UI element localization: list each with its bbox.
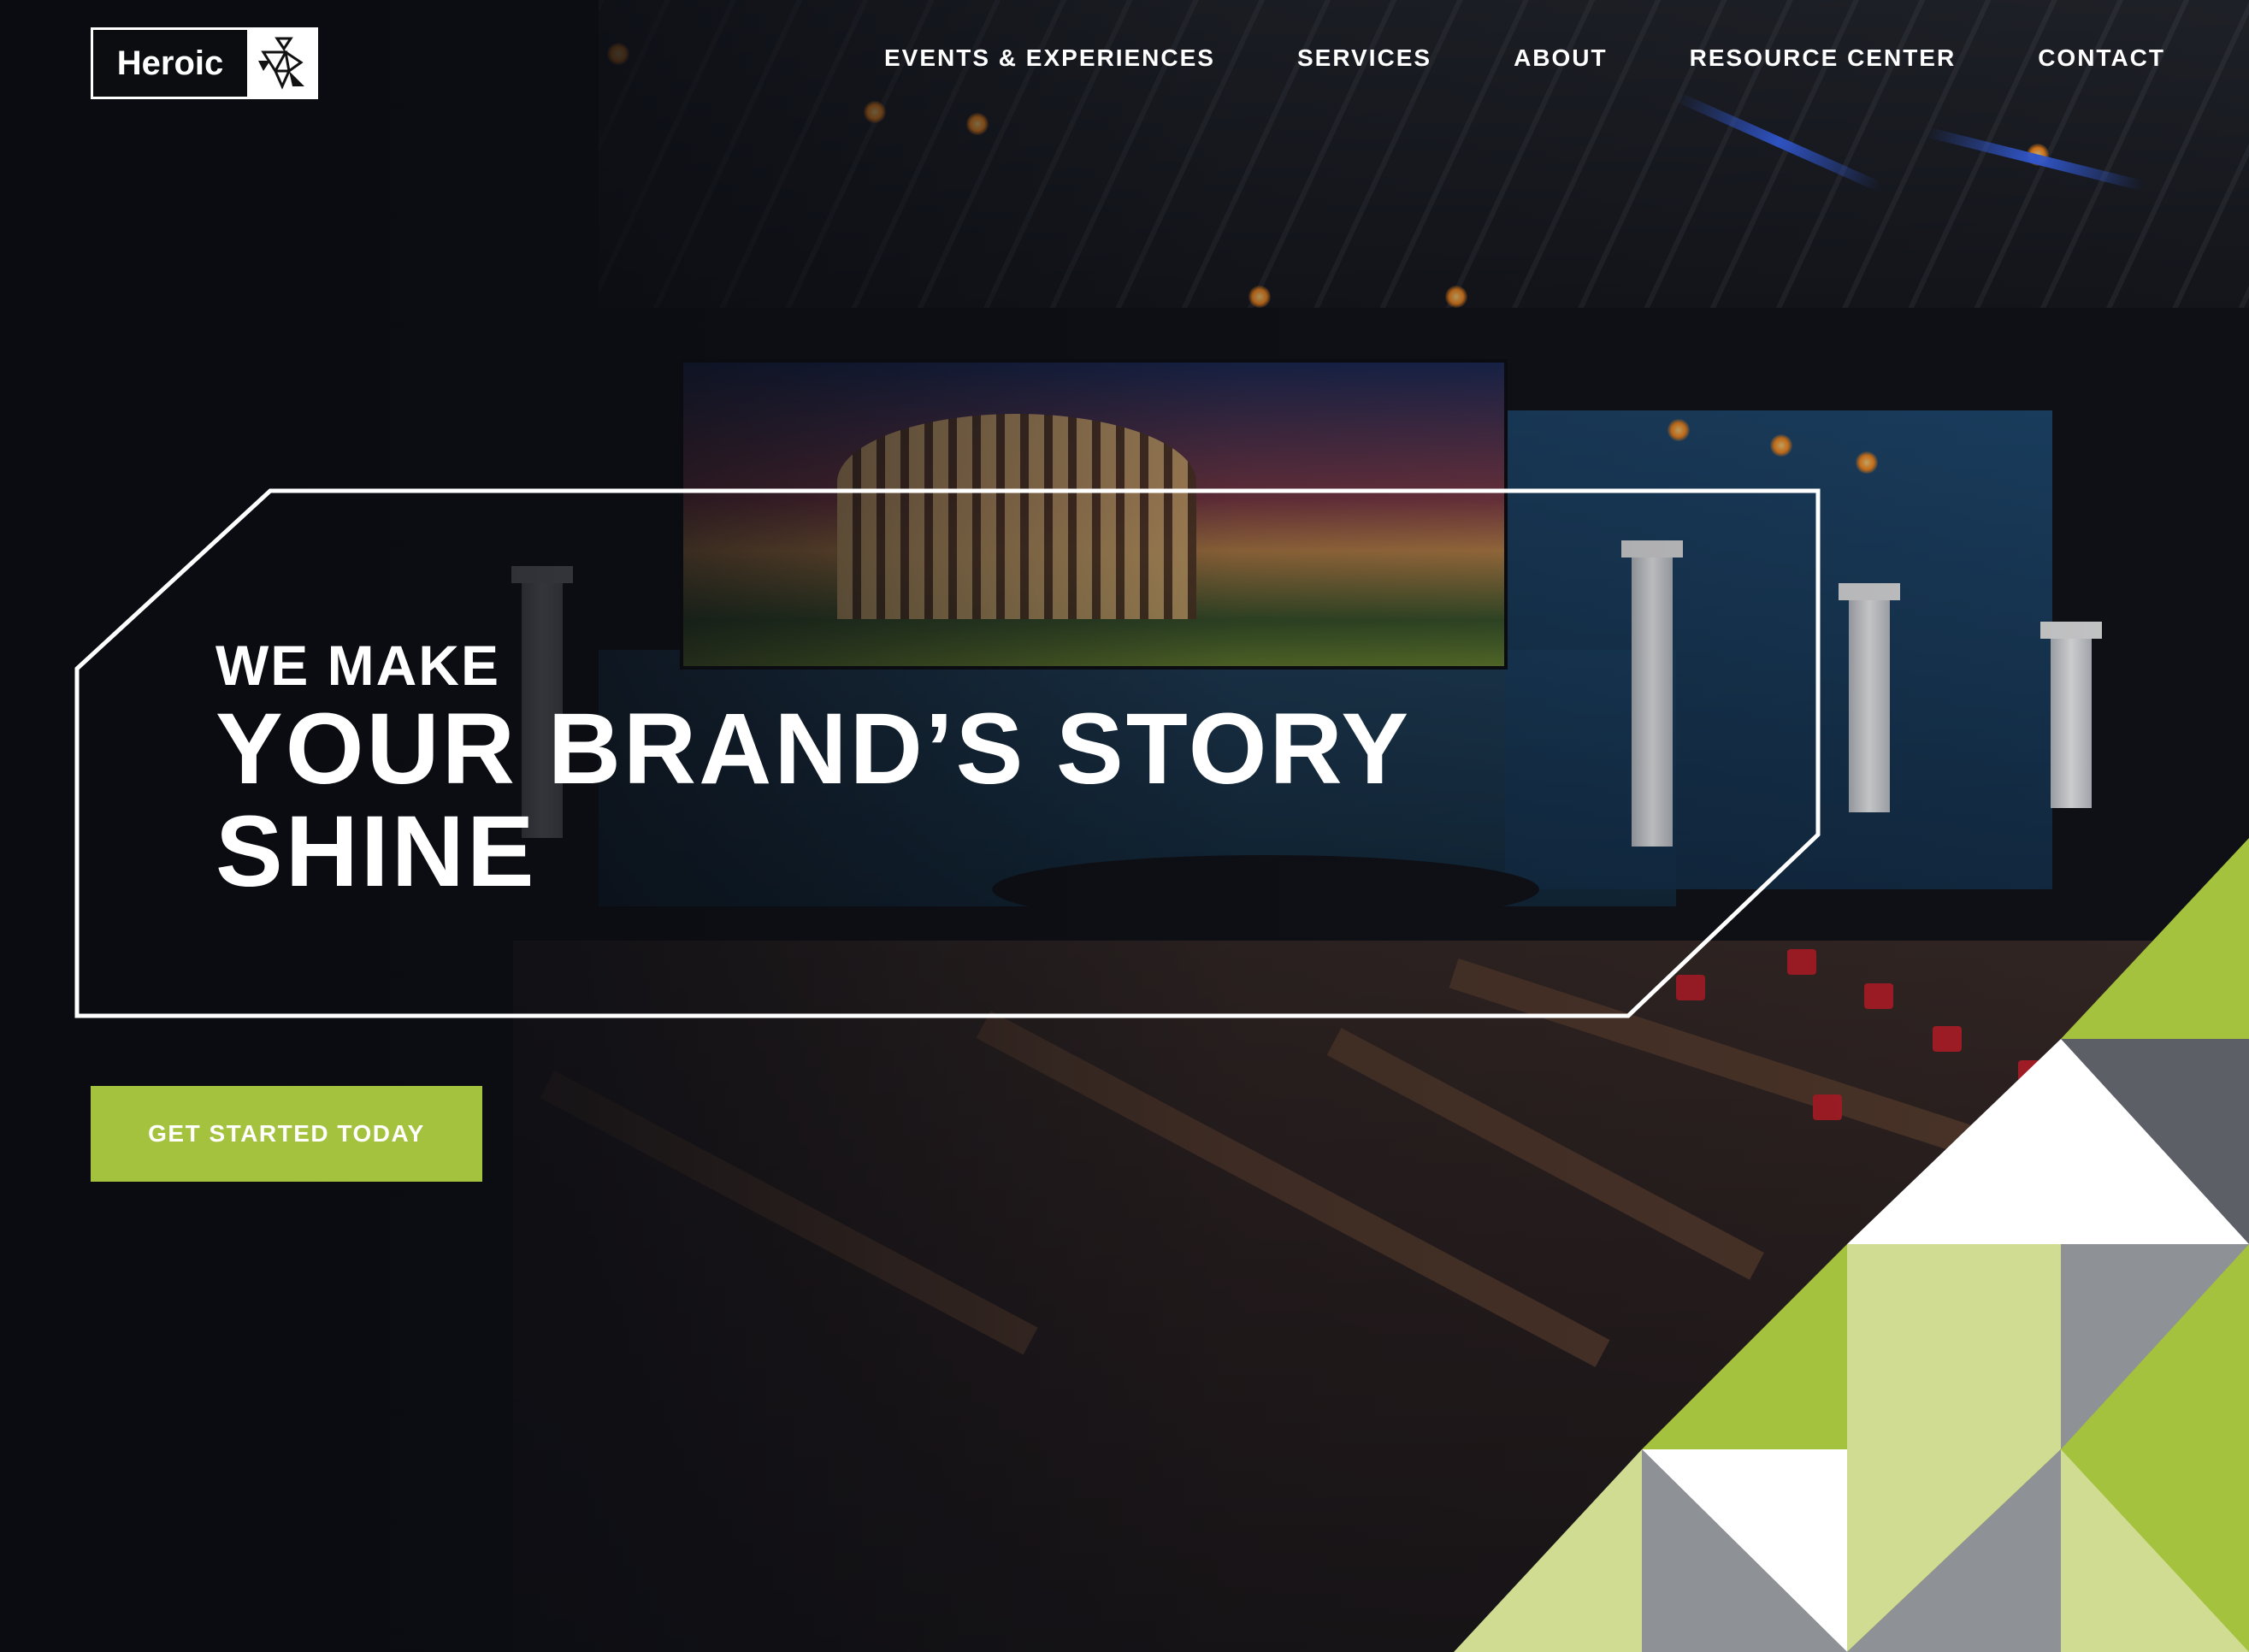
- nav-services[interactable]: SERVICES: [1297, 44, 1431, 72]
- main-nav: EVENTS & EXPERIENCES SERVICES ABOUT RESO…: [884, 44, 2165, 72]
- runner-tangram-icon: [247, 30, 316, 97]
- hero-headline: WE MAKE YOUR BRAND’S STORY SHINE: [215, 633, 1411, 903]
- headline-line-1: WE MAKE: [215, 634, 500, 697]
- get-started-button[interactable]: GET STARTED TODAY: [91, 1086, 482, 1182]
- headline-line-2: YOUR BRAND’S STORY: [215, 693, 1412, 805]
- nav-contact[interactable]: CONTACT: [2038, 44, 2165, 72]
- heroic-logo[interactable]: Heroic: [91, 27, 318, 99]
- nav-events-experiences[interactable]: EVENTS & EXPERIENCES: [884, 44, 1215, 72]
- nav-about[interactable]: ABOUT: [1514, 44, 1608, 72]
- headline-line-3: SHINE: [215, 795, 537, 908]
- nav-resource-center[interactable]: RESOURCE CENTER: [1690, 44, 1957, 72]
- logo-wordmark: Heroic: [116, 44, 224, 82]
